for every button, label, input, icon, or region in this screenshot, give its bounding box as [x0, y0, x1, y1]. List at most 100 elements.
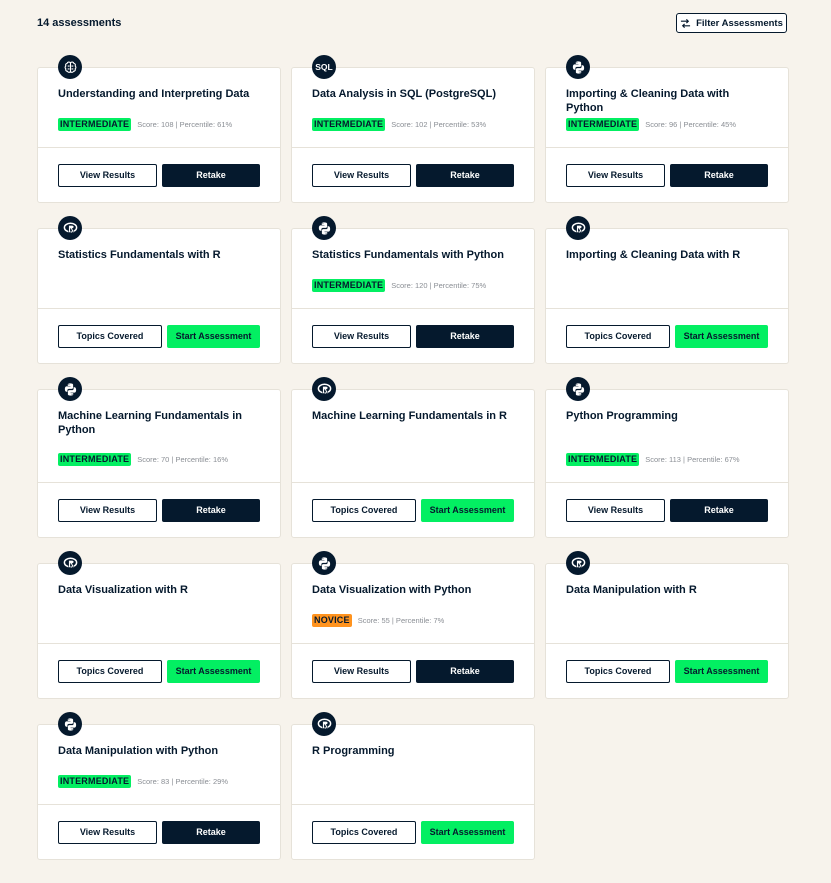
skill-level-badge: INTERMEDIATE	[312, 118, 386, 131]
card-actions: Topics Covered Start Assessment	[292, 482, 534, 537]
card-actions: View Results Retake	[292, 643, 534, 698]
topics-covered-button[interactable]: Topics Covered	[566, 324, 670, 348]
topics-covered-button[interactable]: Topics Covered	[566, 659, 670, 683]
assessment-result: INTERMEDIATE Score: 102 | Percentile: 53%	[312, 118, 486, 131]
retake-button[interactable]: Retake	[670, 498, 768, 522]
score-text: Score: 55 | Percentile: 7%	[357, 616, 445, 625]
card-body: Data Visualization with R	[38, 564, 280, 643]
assessment-title: Data Manipulation with Python	[58, 745, 219, 757]
assessment-card: Data Manipulation with Python INTERMEDIAT…	[37, 712, 281, 860]
score-text: Score: 108 | Percentile: 61%	[137, 120, 233, 129]
score-text: Score: 120 | Percentile: 75%	[391, 281, 487, 290]
assessment-result: NOVICE Score: 55 | Percentile: 7%	[312, 614, 444, 627]
retake-button[interactable]: Retake	[162, 820, 260, 844]
filter-assessments-button[interactable]: Filter Assessments	[676, 13, 787, 33]
score-text: Score: 113 | Percentile: 67%	[645, 455, 740, 464]
view-results-button[interactable]: View Results	[312, 659, 411, 683]
assessment-card: Understanding and Interpreting Data INTER…	[37, 55, 281, 203]
card-body: R Programming	[292, 725, 534, 804]
filter-assessments-label: Filter Assessments	[696, 17, 783, 29]
assessment-card: Data Manipulation with R Topics Covered St…	[545, 551, 789, 699]
card-body: Statistics Fundamentals with Python INTER…	[292, 229, 534, 308]
assessment-title: Understanding and Interpreting Data	[58, 88, 250, 100]
start-assessment-button[interactable]: Start Assessment	[166, 324, 260, 348]
assessment-title: Python Programming	[566, 410, 678, 422]
start-assessment-button[interactable]: Start Assessment	[420, 498, 514, 522]
card-actions: Topics Covered Start Assessment	[546, 308, 788, 363]
retake-button[interactable]: Retake	[670, 163, 768, 187]
view-results-button[interactable]: View Results	[312, 324, 411, 348]
card-body: Importing & Cleaning Data with Python INT…	[546, 68, 788, 147]
assessment-title: Statistics Fundamentals with Python	[312, 249, 504, 261]
card-actions: Topics Covered Start Assessment	[546, 643, 788, 698]
assessment-result: INTERMEDIATE Score: 96 | Percentile: 45%	[566, 118, 736, 131]
topics-covered-button[interactable]: Topics Covered	[312, 498, 416, 522]
start-assessment-button[interactable]: Start Assessment	[674, 659, 768, 683]
score-text: Score: 102 | Percentile: 53%	[391, 120, 487, 129]
assessment-card: Machine Learning Fundamentals in Python I…	[37, 377, 281, 538]
assessment-card: Machine Learning Fundamentals in R Topics…	[291, 377, 535, 538]
view-results-button[interactable]: View Results	[566, 498, 665, 522]
assessment-result: INTERMEDIATE Score: 83 | Percentile: 29%	[58, 775, 228, 788]
score-text: Score: 83 | Percentile: 29%	[137, 777, 228, 786]
assessment-title: Statistics Fundamentals with R	[58, 249, 221, 261]
card-actions: Topics Covered Start Assessment	[38, 308, 280, 363]
assessment-result: INTERMEDIATE Score: 70 | Percentile: 16%	[58, 453, 228, 466]
assessment-card: Python Programming INTERMEDIATE Score: 113…	[545, 377, 789, 538]
start-assessment-button[interactable]: Start Assessment	[420, 820, 514, 844]
start-assessment-button[interactable]: Start Assessment	[674, 324, 768, 348]
card-actions: View Results Retake	[546, 482, 788, 537]
card-body: Machine Learning Fundamentals in Python I…	[38, 390, 280, 482]
retake-button[interactable]: Retake	[416, 659, 514, 683]
topics-covered-button[interactable]: Topics Covered	[58, 324, 162, 348]
card-actions: View Results Retake	[292, 147, 534, 202]
score-text: Score: 70 | Percentile: 16%	[137, 455, 228, 464]
assessment-card: Statistics Fundamentals with R Topics Cov…	[37, 216, 281, 364]
assessment-title: Importing & Cleaning Data with R	[566, 249, 741, 261]
assessment-title: Importing & Cleaning Data with Python	[566, 88, 730, 114]
card-body: Data Visualization with Python NOVICE Scor…	[292, 564, 534, 643]
score-text: Score: 96 | Percentile: 45%	[645, 120, 736, 129]
view-results-button[interactable]: View Results	[566, 163, 665, 187]
assessment-count: 14 assessments	[37, 17, 122, 29]
skill-level-badge: INTERMEDIATE	[58, 775, 132, 788]
assessment-title: Data Analysis in SQL (PostgreSQL)	[312, 88, 496, 100]
topics-covered-button[interactable]: Topics Covered	[58, 659, 162, 683]
assessment-result: INTERMEDIATE Score: 108 | Percentile: 61%	[58, 118, 232, 131]
view-results-button[interactable]: View Results	[58, 163, 157, 187]
view-results-button[interactable]: View Results	[58, 498, 157, 522]
assessment-card: Importing & Cleaning Data with R Topics C…	[545, 216, 789, 364]
skill-level-badge: INTERMEDIATE	[312, 279, 386, 292]
start-assessment-button[interactable]: Start Assessment	[166, 659, 260, 683]
retake-button[interactable]: Retake	[162, 163, 260, 187]
skill-level-badge: INTERMEDIATE	[58, 453, 132, 466]
card-body: Statistics Fundamentals with R	[38, 229, 280, 308]
retake-button[interactable]: Retake	[416, 324, 514, 348]
assessment-title: Data Manipulation with R	[566, 584, 697, 596]
assessment-card: Importing & Cleaning Data with Python INT…	[545, 55, 789, 203]
assessments-toolbar: 14 assessments Filter Assessments	[37, 13, 787, 35]
card-body: Importing & Cleaning Data with R	[546, 229, 788, 308]
skill-level-badge: NOVICE	[312, 614, 352, 627]
topics-covered-button[interactable]: Topics Covered	[312, 820, 416, 844]
card-actions: View Results Retake	[38, 804, 280, 859]
skill-level-badge: INTERMEDIATE	[566, 118, 640, 131]
assessment-card: R Programming Topics Covered Start Assessm…	[291, 712, 535, 860]
view-results-button[interactable]: View Results	[312, 163, 411, 187]
assessment-card: Data Visualization with R Topics Covered S…	[37, 551, 281, 699]
assessment-card: SQL Data Analysis in SQL (PostgreSQL) INTE…	[291, 55, 535, 203]
view-results-button[interactable]: View Results	[58, 820, 157, 844]
assessment-title: Data Visualization with Python	[312, 584, 472, 596]
retake-button[interactable]: Retake	[162, 498, 260, 522]
card-actions: View Results Retake	[38, 147, 280, 202]
card-actions: View Results Retake	[546, 147, 788, 202]
filter-icon	[681, 18, 691, 28]
assessment-title: Machine Learning Fundamentals in Python	[58, 410, 242, 436]
card-actions: Topics Covered Start Assessment	[292, 804, 534, 859]
assessment-title: R Programming	[312, 745, 395, 757]
assessment-result: INTERMEDIATE Score: 120 | Percentile: 75%	[312, 279, 486, 292]
retake-button[interactable]: Retake	[416, 163, 514, 187]
card-body: Machine Learning Fundamentals in R	[292, 390, 534, 482]
card-actions: Topics Covered Start Assessment	[38, 643, 280, 698]
assessment-grid: Understanding and Interpreting Data INTER…	[37, 55, 789, 860]
